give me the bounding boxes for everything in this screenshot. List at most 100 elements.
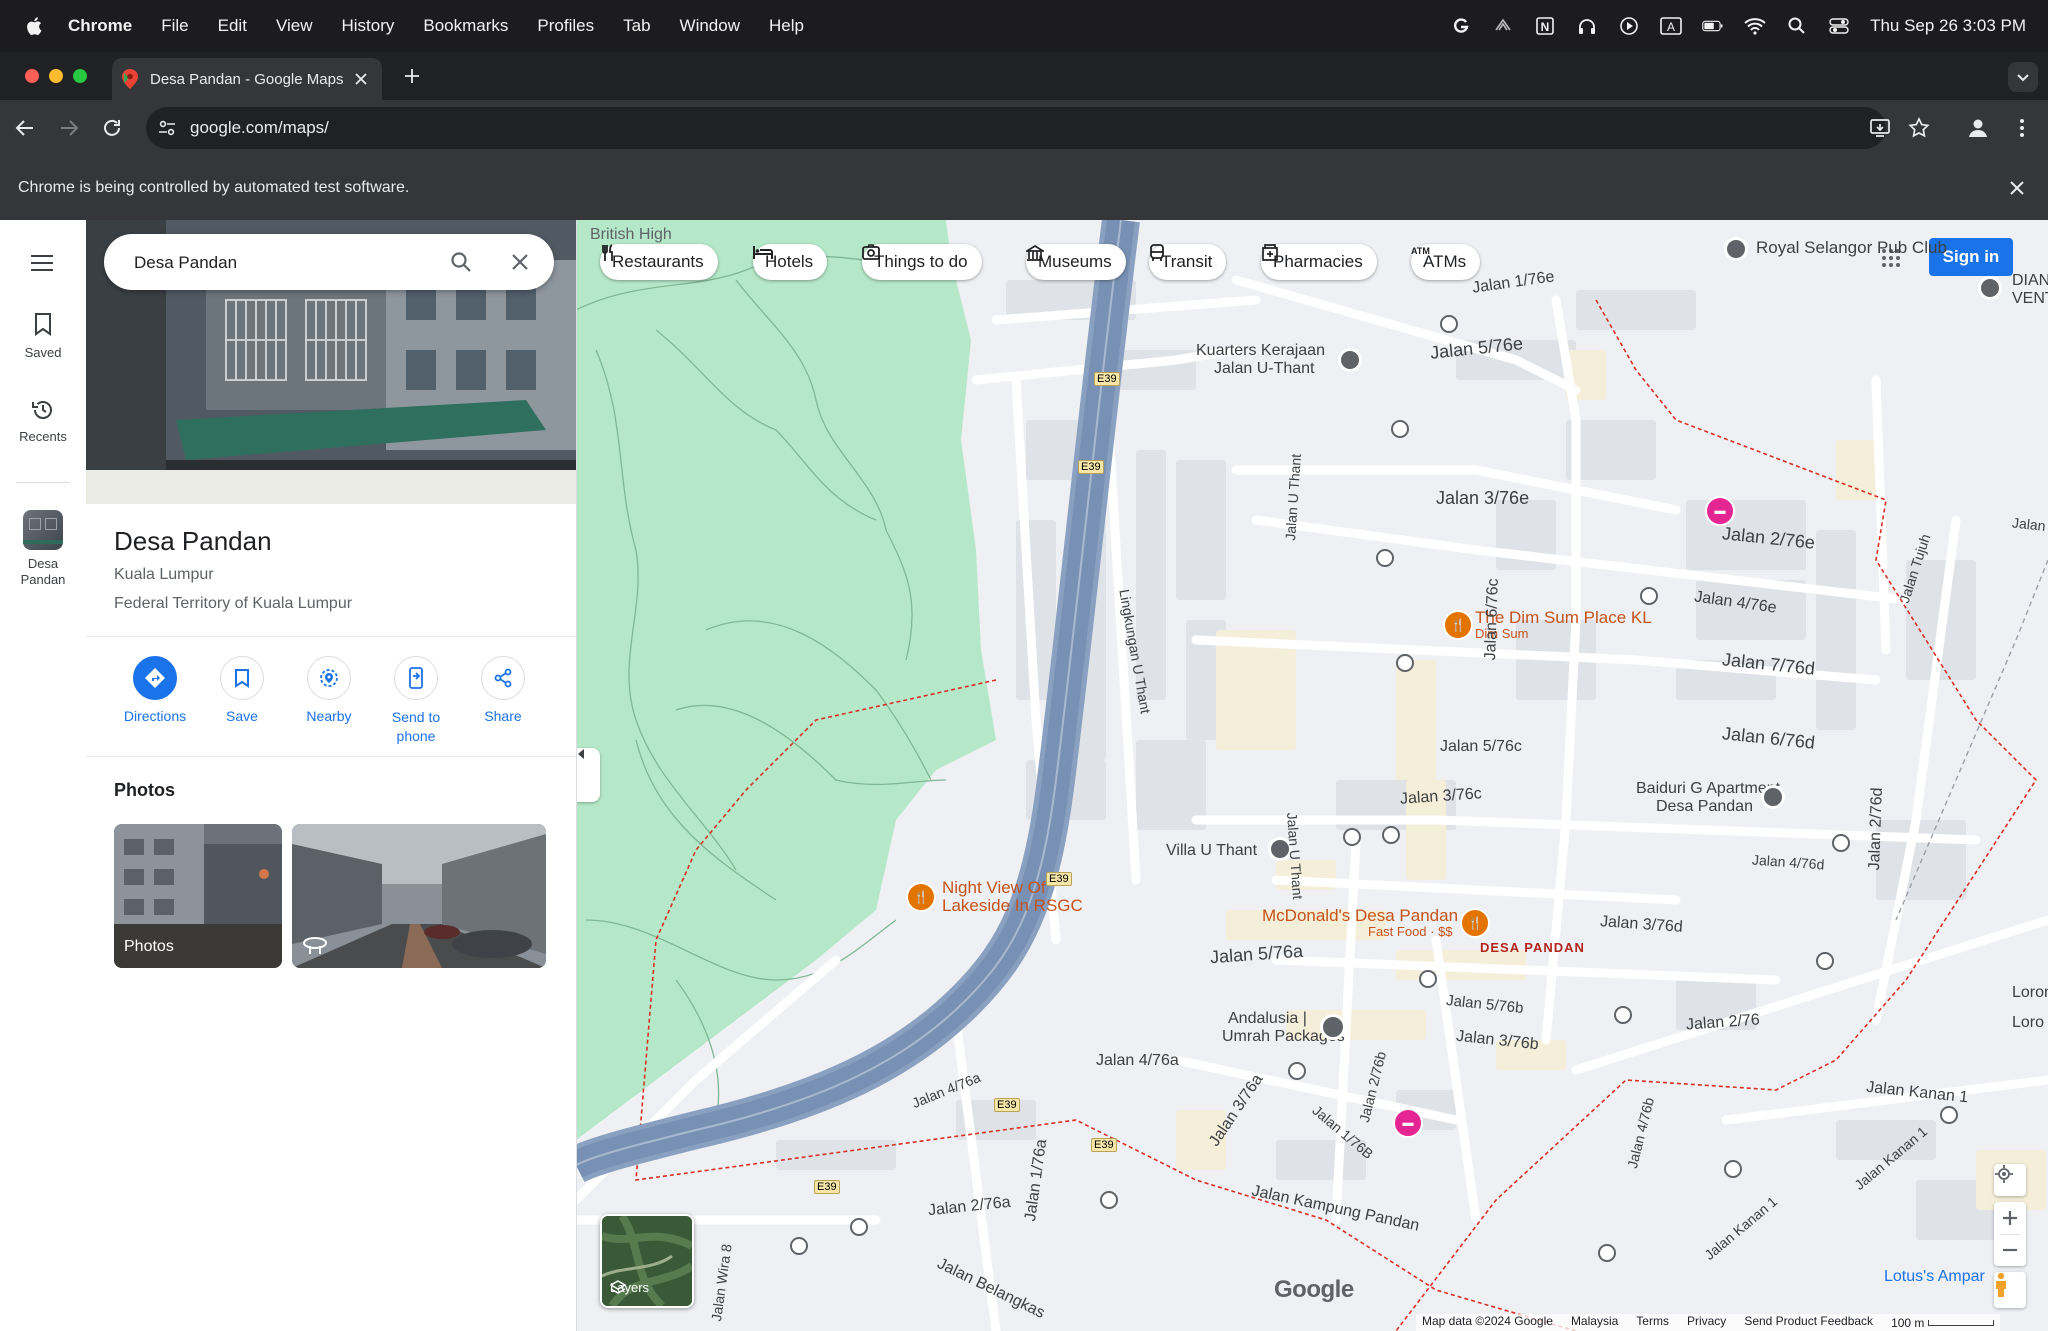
url-text[interactable]: google.com/maps/ [190,118,329,138]
share-button[interactable]: Share [458,656,548,724]
label-baiduri-2[interactable]: Desa Pandan [1656,798,1753,816]
lakeside-pin-icon[interactable]: 🍴 [906,882,936,912]
bus-stop-icon[interactable] [1816,952,1834,970]
bus-stop-icon[interactable] [1598,1244,1616,1262]
infobar-close-icon[interactable] [2009,180,2025,196]
window-zoom-button[interactable] [73,69,87,83]
my-location-button[interactable] [1994,1164,2026,1196]
menu-tab[interactable]: Tab [623,16,650,36]
label-night-view-1[interactable]: Night View Of [942,878,1046,898]
battery-icon[interactable] [1702,15,1724,37]
bus-stop-icon[interactable] [790,1237,808,1255]
rail-recents[interactable]: Recents [0,398,86,444]
window-close-button[interactable] [25,69,39,83]
forward-arrow-icon[interactable] [58,117,80,139]
site-info-icon[interactable] [158,119,176,137]
send-to-phone-button[interactable]: Send to phone [371,656,461,746]
control-center-icon[interactable] [1828,15,1850,37]
rail-recent-place[interactable]: Desa Pandan [0,510,86,588]
chip-museums[interactable]: Museums [1026,244,1126,280]
bus-stop-icon[interactable] [1724,1160,1742,1178]
browser-tab[interactable]: Desa Pandan - Google Maps [112,58,382,100]
label-british-high[interactable]: British High [590,226,672,244]
menu-edit[interactable]: Edit [218,16,247,36]
menu-file[interactable]: File [161,16,188,36]
search-box[interactable] [104,234,554,290]
restaurant-pin-icon[interactable]: 🍴 [1443,610,1473,640]
bus-stop-icon[interactable] [1640,587,1658,605]
photos-tile[interactable]: Photos [114,824,282,968]
label-baiduri-1[interactable]: Baiduri G Apartment [1636,780,1780,798]
label-night-view-2[interactable]: Lakeside In RSGC [942,896,1083,916]
dian-pin-icon[interactable] [1978,276,2002,300]
window-minimize-button[interactable] [49,69,63,83]
spotlight-search-icon[interactable] [1786,15,1808,37]
street-view-tile[interactable] [292,824,546,968]
address-bar[interactable]: google.com/maps/ [146,107,1886,149]
label-andalusia-1[interactable]: Andalusia | [1228,1010,1307,1028]
menu-window[interactable]: Window [680,16,740,36]
bookmark-star-icon[interactable] [1907,116,1931,140]
bus-stop-icon[interactable] [1396,654,1414,672]
tab-close-icon[interactable] [354,72,368,86]
menu-history[interactable]: History [341,16,394,36]
bus-stop-icon[interactable] [1288,1062,1306,1080]
bus-stop-icon[interactable] [850,1218,868,1236]
input-source-icon[interactable]: A [1660,15,1682,37]
collapse-panel-button[interactable] [576,748,600,802]
label-kuarters-2[interactable]: Jalan U-Thant [1214,360,1315,378]
mcdonalds-pin-icon[interactable]: 🍴 [1460,908,1490,938]
nearby-button[interactable]: Nearby [284,656,374,724]
chip-things-to-do[interactable]: Things to do [862,244,982,280]
chrome-menu-icon[interactable] [2014,116,2030,140]
tab-search-button[interactable] [2008,62,2038,92]
hotel-pin-2-icon[interactable]: ▬ [1393,1108,1423,1138]
baiduri-pin-icon[interactable] [1761,785,1785,809]
street-view-pegman-button[interactable] [1994,1272,2026,1308]
zoom-out-icon[interactable] [2002,1242,2018,1258]
map-canvas[interactable]: Restaurants Hotels Things to do Museums … [576,220,2048,1331]
andalusia-pin-icon[interactable] [1320,1014,1346,1040]
hotel-pin-icon[interactable]: ▬ [1705,496,1735,526]
install-app-icon[interactable] [1869,117,1891,139]
apple-icon[interactable] [24,15,46,37]
chip-transit[interactable]: Transit [1149,244,1227,280]
clear-search-icon[interactable] [511,253,529,271]
layers-button[interactable]: Layers [600,1214,694,1308]
label-dian[interactable]: DIAN [2012,272,2048,290]
reload-icon[interactable] [101,117,123,139]
profile-avatar-icon[interactable] [1966,116,1990,140]
zoom-in-icon[interactable] [2002,1210,2018,1226]
search-icon[interactable] [450,251,472,273]
chip-pharmacies[interactable]: Pharmacies [1261,244,1377,280]
rail-saved[interactable]: Saved [0,312,86,360]
kuarters-pin-icon[interactable] [1338,348,1362,372]
footer-feedback-link[interactable]: Send Product Feedback [1744,1314,1873,1331]
label-royal-selangor[interactable]: Royal Selangor Pub Club [1756,238,1947,258]
footer-terms-link[interactable]: Terms [1636,1314,1669,1331]
label-mcdonalds[interactable]: McDonald's Desa Pandan [1262,906,1458,926]
chip-restaurants[interactable]: Restaurants [600,244,718,280]
back-arrow-icon[interactable] [14,117,36,139]
notion-icon[interactable]: N [1534,15,1556,37]
g-status-icon[interactable] [1450,15,1472,37]
bus-stop-icon[interactable] [1100,1191,1118,1209]
footer-scale[interactable]: 100 m [1891,1314,1995,1331]
chip-hotels[interactable]: Hotels [753,244,828,280]
royal-selangor-pin-icon[interactable] [1724,237,1748,261]
label-lotus[interactable]: Lotus's Ampar [1884,1268,1985,1286]
menu-help[interactable]: Help [769,16,804,36]
menu-bookmarks[interactable]: Bookmarks [423,16,508,36]
menu-profiles[interactable]: Profiles [537,16,594,36]
chip-atms[interactable]: ATM ATMs [1411,244,1481,280]
bus-stop-icon[interactable] [1343,828,1361,846]
directions-button[interactable]: Directions [110,656,200,724]
menu-view[interactable]: View [276,16,313,36]
wifi-icon[interactable] [1744,15,1766,37]
menu-app-name[interactable]: Chrome [68,16,132,36]
bus-stop-icon[interactable] [1382,826,1400,844]
label-vent[interactable]: VENT [2012,290,2048,308]
footer-privacy-link[interactable]: Privacy [1687,1314,1726,1331]
bus-stop-icon[interactable] [1376,549,1394,567]
bus-stop-icon[interactable] [1832,834,1850,852]
